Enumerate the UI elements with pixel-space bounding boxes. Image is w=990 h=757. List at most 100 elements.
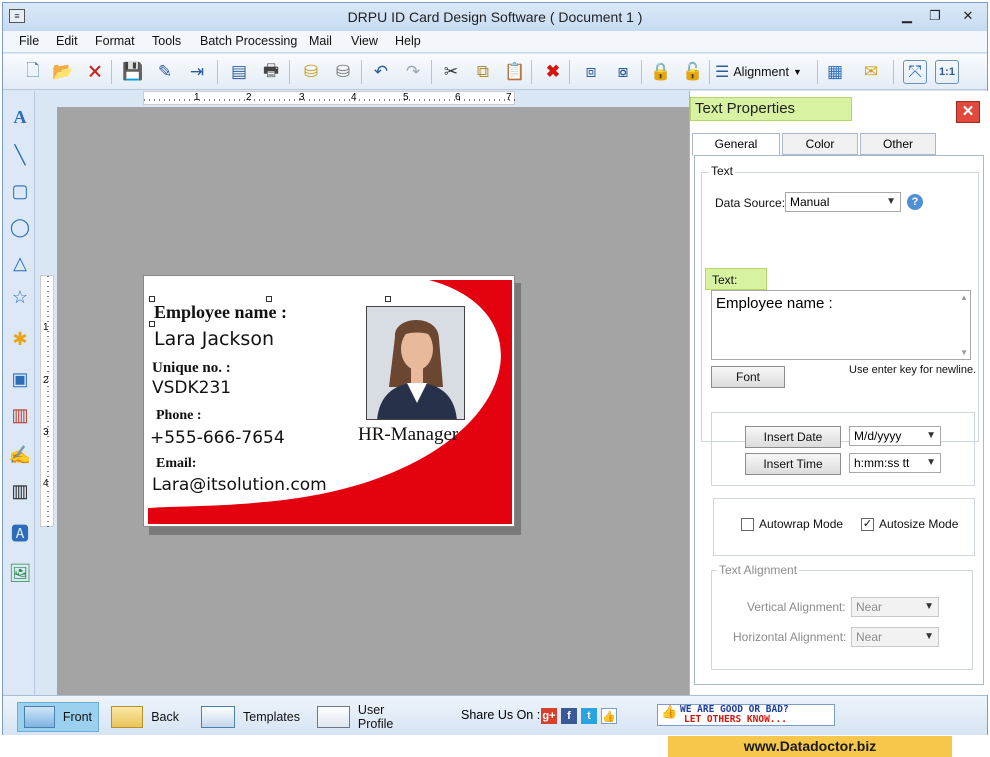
date-format-select[interactable]: M/d/yyyy ▼ — [849, 426, 941, 446]
phone-value[interactable]: +555-666-7654 — [150, 428, 285, 448]
copy-icon[interactable]: ⧉ — [471, 60, 495, 84]
user-profile-button[interactable]: User Profile — [311, 702, 427, 732]
like-icon[interactable]: 👍 — [601, 708, 617, 724]
vertical-alignment-select: Near ▼ — [851, 597, 939, 617]
ungroup-icon[interactable]: ⧇ — [611, 60, 635, 84]
thumbs-up-icon: 👍 — [661, 705, 678, 720]
menu-format[interactable]: Format — [95, 34, 135, 48]
lock-icon[interactable]: 🔒 — [649, 60, 673, 84]
data-source-value: Manual — [790, 195, 830, 209]
restore-icon[interactable]: ❐ — [921, 7, 949, 25]
signature-tool-icon[interactable]: ✍ — [8, 443, 32, 467]
save-as-icon[interactable]: ✎ — [153, 60, 177, 84]
close-doc-icon[interactable]: 🗙 — [83, 60, 107, 84]
redo-icon[interactable]: ↷ — [401, 60, 425, 84]
database-icon[interactable]: ⛁ — [299, 60, 323, 84]
unique-no-label[interactable]: Unique no. : — [152, 360, 231, 377]
menu-mail[interactable]: Mail — [309, 34, 332, 48]
library-tool-icon[interactable]: ▥ — [8, 403, 32, 427]
delete-icon[interactable]: ✖ — [541, 60, 565, 84]
scroll-down-icon[interactable]: ▼ — [960, 348, 968, 357]
preview-icon[interactable]: ▤ — [227, 60, 251, 84]
tab-other-settings[interactable]: Other Settings — [860, 133, 936, 171]
autowrap-checkbox[interactable] — [741, 518, 754, 531]
symbol-tool-icon[interactable]: ✱ — [8, 327, 32, 351]
unlock-icon[interactable]: 🔓 — [681, 60, 705, 84]
database-alt-icon[interactable]: ⛁ — [331, 60, 355, 84]
selection-handle[interactable] — [385, 296, 391, 302]
email-label[interactable]: Email: — [156, 456, 196, 472]
data-source-select[interactable]: Manual ▼ — [785, 192, 901, 212]
insert-time-button[interactable]: Insert Time — [745, 453, 841, 475]
close-icon[interactable]: ✕ — [953, 7, 983, 25]
autosize-checkbox[interactable]: ✓ — [861, 518, 874, 531]
employee-name-label[interactable]: Employee name : — [154, 302, 287, 323]
font-button[interactable]: Font — [711, 366, 785, 388]
website-banner[interactable]: www.Datadoctor.biz — [668, 736, 952, 757]
mail-icon[interactable]: ✉ — [859, 60, 883, 84]
design-canvas[interactable]: Employee name : Lara Jackson Unique no. … — [57, 107, 689, 695]
designation-text[interactable]: HR-Manager — [358, 424, 458, 446]
menu-view[interactable]: View — [351, 34, 378, 48]
menu-batch-processing[interactable]: Batch Processing — [200, 34, 297, 48]
fit-icon[interactable]: ⤧ — [903, 60, 927, 84]
tab-color-settings[interactable]: Color Settings — [782, 133, 858, 171]
front-card-icon — [24, 706, 55, 728]
group-icon[interactable]: ⧈ — [579, 60, 603, 84]
cut-icon[interactable]: ✂ — [439, 60, 463, 84]
employee-name-value[interactable]: Lara Jackson — [154, 328, 274, 350]
time-format-select[interactable]: h:mm:ss tt ▼ — [849, 453, 941, 473]
unique-no-value[interactable]: VSDK231 — [152, 378, 231, 398]
rectangle-tool-icon[interactable]: ▢ — [8, 179, 32, 203]
paste-icon[interactable]: 📋 — [503, 60, 527, 84]
help-icon[interactable]: ? — [907, 194, 923, 210]
facebook-icon[interactable]: f — [561, 708, 577, 724]
alignment-button[interactable]: ☰ Alignment ▼ — [715, 60, 815, 84]
feedback-banner[interactable]: 👍 WE ARE GOOD OR BAD? LET OTHERS KNOW... — [657, 704, 835, 726]
horizontal-alignment-value: Near — [856, 630, 883, 644]
new-icon[interactable]: 🗋 — [21, 60, 45, 84]
vertical-alignment-value: Near — [856, 600, 883, 614]
autowrap-label: Autowrap Mode — [759, 517, 844, 531]
image-tool-icon[interactable]: ▣ — [8, 367, 32, 391]
panel-close-icon[interactable]: ✕ — [956, 101, 980, 123]
text-tool-icon[interactable]: A — [8, 105, 32, 129]
email-value[interactable]: Lara@itsolution.com — [152, 475, 327, 495]
title-bar: ≡ DRPU ID Card Design Software ( Documen… — [3, 3, 987, 31]
scroll-up-icon[interactable]: ▲ — [960, 293, 968, 302]
barcode-tool-icon[interactable]: ▥ — [8, 479, 32, 503]
grid-icon[interactable]: ▦ — [823, 60, 847, 84]
menu-help[interactable]: Help — [395, 34, 421, 48]
triangle-tool-icon[interactable]: △ — [8, 251, 32, 275]
export-icon[interactable]: ⇥ — [185, 60, 209, 84]
text-input[interactable]: Employee name : ▲ ▼ — [711, 290, 971, 360]
back-button[interactable]: Back — [105, 702, 185, 732]
google-plus-icon[interactable]: g+ — [541, 708, 557, 724]
tab-general-settings[interactable]: General Settings — [692, 133, 780, 171]
menu-tools[interactable]: Tools — [152, 34, 181, 48]
menu-file[interactable]: File — [19, 34, 39, 48]
print-icon[interactable]: 🖶 — [259, 60, 283, 84]
insert-date-button[interactable]: Insert Date — [745, 426, 841, 448]
alignment-icon: ☰ — [715, 64, 730, 81]
watermark-tool-icon[interactable]: 🅰 — [8, 521, 32, 545]
ruler-label: 2 — [246, 92, 252, 103]
save-icon[interactable]: 💾 — [121, 60, 145, 84]
phone-label[interactable]: Phone : — [156, 408, 202, 424]
id-card[interactable]: Employee name : Lara Jackson Unique no. … — [143, 275, 515, 527]
chevron-down-icon: ▼ — [926, 430, 936, 441]
actual-size-icon[interactable]: 1:1 — [935, 60, 959, 84]
picture-tool-icon[interactable]: 🖼 — [8, 561, 32, 585]
employee-photo[interactable] — [366, 306, 465, 420]
front-button[interactable]: Front — [17, 702, 99, 732]
menu-edit[interactable]: Edit — [56, 34, 78, 48]
undo-icon[interactable]: ↶ — [369, 60, 393, 84]
twitter-icon[interactable]: t — [581, 708, 597, 724]
ellipse-tool-icon[interactable]: ◯ — [8, 215, 32, 239]
text-properties-panel: Text Properties ✕ General Settings Color… — [689, 91, 989, 695]
star-tool-icon[interactable]: ☆ — [8, 285, 32, 309]
minimize-icon[interactable]: ▁ — [893, 7, 921, 25]
open-icon[interactable]: 📂 — [51, 60, 75, 84]
line-tool-icon[interactable]: ╲ — [8, 143, 32, 167]
templates-button[interactable]: Templates — [195, 702, 307, 732]
